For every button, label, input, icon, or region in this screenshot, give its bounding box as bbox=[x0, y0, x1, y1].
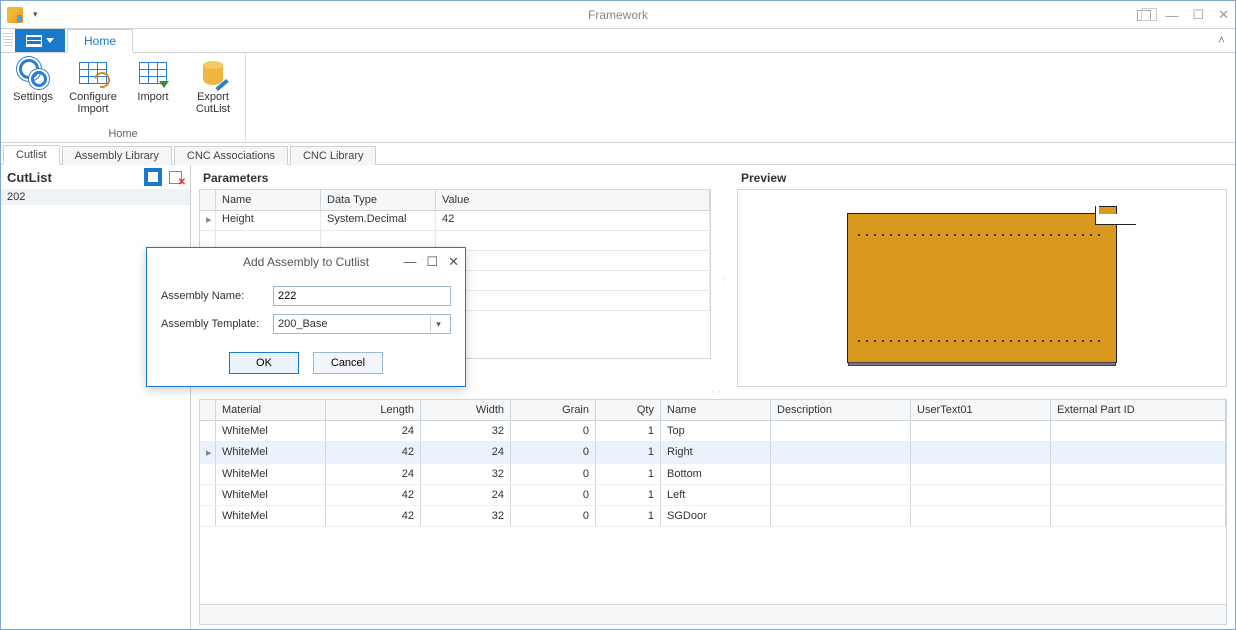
parts-row[interactable]: ▸WhiteMel422401Right bbox=[200, 442, 1226, 464]
col-material[interactable]: Material bbox=[216, 400, 326, 420]
settings-label: Settings bbox=[13, 91, 53, 103]
grid-footer bbox=[200, 604, 1226, 624]
chevron-down-icon: ▾ bbox=[430, 316, 446, 332]
parts-row[interactable]: WhiteMel243201Bottom bbox=[200, 464, 1226, 485]
dialog-close-icon[interactable]: ✕ bbox=[448, 254, 459, 270]
tab-assembly-library[interactable]: Assembly Library bbox=[62, 146, 172, 165]
col-datatype[interactable]: Data Type bbox=[321, 190, 436, 210]
workspace-tabs: Cutlist Assembly Library CNC Association… bbox=[1, 143, 1235, 165]
configure-import-label: Configure Import bbox=[69, 91, 117, 115]
qat-dropdown-icon[interactable]: ▾ bbox=[33, 9, 38, 20]
tab-cnc-library[interactable]: CNC Library bbox=[290, 146, 377, 165]
col-name[interactable]: Name bbox=[216, 190, 321, 210]
parts-row[interactable]: WhiteMel422401Left bbox=[200, 485, 1226, 506]
list-icon bbox=[26, 35, 42, 47]
param-row[interactable]: ▸HeightSystem.Decimal42 bbox=[200, 211, 710, 231]
close-icon[interactable]: ✕ bbox=[1218, 7, 1229, 23]
import-button[interactable]: Import bbox=[127, 57, 179, 127]
export-cutlist-label: Export CutList bbox=[196, 91, 230, 115]
settings-button[interactable]: Settings bbox=[7, 57, 59, 127]
gear-icon bbox=[19, 59, 47, 87]
assembly-name-input[interactable] bbox=[273, 286, 451, 306]
col-grain[interactable]: Grain bbox=[511, 400, 596, 420]
parameters-title: Parameters bbox=[199, 171, 711, 185]
dialog-minimize-icon[interactable]: — bbox=[403, 254, 416, 270]
title-bar: ▾ Framework — ☐ ✕ bbox=[1, 1, 1235, 29]
assembly-template-label: Assembly Template: bbox=[161, 318, 273, 330]
col-qty[interactable]: Qty bbox=[596, 400, 661, 420]
chevron-down-icon bbox=[46, 38, 54, 43]
preview-title: Preview bbox=[737, 171, 1227, 185]
collapse-ribbon-icon[interactable]: ˄ bbox=[1218, 33, 1225, 47]
configure-import-button[interactable]: Configure Import bbox=[67, 57, 119, 127]
cutlist-item[interactable]: 202 bbox=[1, 189, 190, 205]
splitter-horizontal-icon[interactable]: ∙ ∙ ∙ ∙ ∙ bbox=[199, 387, 1227, 395]
grip-icon bbox=[3, 33, 13, 48]
ribbon-group-home: Settings Configure Import Import Export … bbox=[1, 53, 246, 142]
ribbon: Settings Configure Import Import Export … bbox=[1, 53, 1235, 143]
col-width[interactable]: Width bbox=[421, 400, 511, 420]
parts-row[interactable]: WhiteMel423201SGDoor bbox=[200, 506, 1226, 527]
grid-wrench-icon bbox=[79, 62, 107, 84]
window-title: Framework bbox=[588, 8, 648, 22]
cutlist-sidebar: CutList 202 bbox=[1, 165, 191, 629]
col-name[interactable]: Name bbox=[661, 400, 771, 420]
assembly-template-value: 200_Base bbox=[278, 318, 328, 330]
cancel-button[interactable]: Cancel bbox=[313, 352, 383, 374]
import-label: Import bbox=[137, 91, 168, 103]
grid-arrow-icon bbox=[139, 62, 167, 84]
minimize-icon[interactable]: — bbox=[1165, 8, 1178, 23]
preview-cabinet bbox=[847, 213, 1117, 363]
splitter-vertical-icon[interactable]: ∙∙∙ bbox=[721, 275, 727, 284]
parts-grid[interactable]: Material Length Width Grain Qty Name Des… bbox=[199, 399, 1227, 625]
tab-cnc-associations[interactable]: CNC Associations bbox=[174, 146, 288, 165]
ok-button[interactable]: OK bbox=[229, 352, 299, 374]
dialog-title: Add Assembly to Cutlist bbox=[243, 255, 369, 269]
parts-row[interactable]: WhiteMel243201Top bbox=[200, 421, 1226, 442]
sidebar-title: CutList bbox=[7, 170, 52, 185]
app-icon bbox=[7, 7, 23, 23]
maximize-icon[interactable]: ☐ bbox=[1192, 7, 1204, 23]
add-assembly-dialog: Add Assembly to Cutlist — ☐ ✕ Assembly N… bbox=[146, 247, 466, 387]
dialog-maximize-icon[interactable]: ☐ bbox=[426, 254, 438, 270]
assembly-template-select[interactable]: 200_Base ▾ bbox=[273, 314, 451, 334]
assembly-name-label: Assembly Name: bbox=[161, 290, 273, 302]
view-menu-button[interactable] bbox=[15, 29, 65, 52]
col-description[interactable]: Description bbox=[771, 400, 911, 420]
database-export-icon bbox=[203, 61, 223, 85]
delete-cutlist-icon[interactable] bbox=[166, 168, 184, 186]
add-cutlist-icon[interactable] bbox=[144, 168, 162, 186]
tab-home[interactable]: Home bbox=[67, 29, 133, 53]
col-length[interactable]: Length bbox=[326, 400, 421, 420]
ribbon-group-label: Home bbox=[7, 127, 239, 140]
col-value[interactable]: Value bbox=[436, 190, 710, 210]
ribbon-tab-strip: Home ˄ bbox=[1, 29, 1235, 53]
col-external-part-id[interactable]: External Part ID bbox=[1051, 400, 1226, 420]
tab-cutlist[interactable]: Cutlist bbox=[3, 145, 60, 165]
main-area: ∙∙∙ Parameters Name Data Type Value ▸Hei… bbox=[191, 165, 1235, 629]
restore-layered-icon[interactable] bbox=[1137, 10, 1151, 21]
preview-viewport[interactable] bbox=[737, 189, 1227, 387]
col-usertext01[interactable]: UserText01 bbox=[911, 400, 1051, 420]
export-cutlist-button[interactable]: Export CutList bbox=[187, 57, 239, 127]
